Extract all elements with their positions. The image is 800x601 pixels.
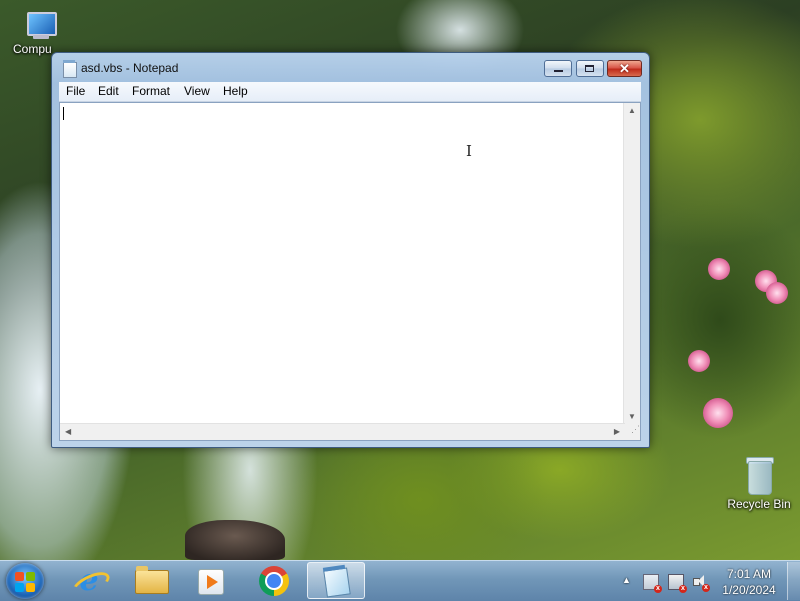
windows-logo-quadrant — [26, 572, 35, 581]
text-caret — [63, 107, 64, 120]
text-editor: I ▲ ▼ ◀ ▶ ⋰ — [59, 102, 641, 441]
desktop-icon-label: Recycle Bin — [727, 497, 791, 511]
scroll-down-arrow-icon[interactable]: ▼ — [628, 413, 636, 421]
menu-bar: File Edit Format View Help — [59, 82, 641, 102]
chrome-icon — [259, 566, 289, 596]
close-button[interactable]: ✕ — [607, 60, 642, 77]
notepad-icon — [323, 567, 351, 598]
clock-date: 1/20/2024 — [722, 583, 776, 597]
media-player-icon — [198, 569, 224, 595]
flower — [766, 282, 788, 304]
title-bar[interactable]: asd.vbs - Notepad ✕ — [52, 53, 649, 83]
desktop-icon-computer[interactable]: Compu — [8, 10, 72, 56]
recycle-bin-icon — [744, 455, 774, 495]
maximize-button[interactable] — [576, 60, 604, 77]
taskbar-notepad[interactable] — [307, 562, 365, 599]
taskbar-windows-explorer[interactable] — [122, 562, 180, 599]
text-area[interactable] — [60, 103, 625, 425]
menu-file[interactable]: File — [66, 84, 85, 98]
windows-logo-quadrant — [15, 583, 24, 592]
scroll-left-arrow-icon[interactable]: ◀ — [65, 428, 71, 436]
taskbar-media-player[interactable] — [182, 562, 240, 599]
menu-view[interactable]: View — [184, 84, 210, 98]
folder-icon — [135, 566, 169, 594]
windows-logo-quadrant — [26, 583, 35, 592]
vertical-scrollbar[interactable]: ▲ ▼ — [623, 103, 640, 425]
taskbar: e ▲ x x x 7:01 AM 1/20/2024 — [0, 560, 800, 601]
computer-icon — [23, 10, 57, 40]
menu-help[interactable]: Help — [223, 84, 248, 98]
flower — [688, 350, 710, 372]
show-desktop-button[interactable] — [787, 562, 800, 600]
ibeam-cursor-icon: I — [466, 142, 472, 160]
minimize-icon — [554, 70, 563, 72]
menu-format[interactable]: Format — [132, 84, 170, 98]
flower — [703, 398, 733, 428]
horizontal-scrollbar[interactable]: ◀ ▶ — [60, 423, 625, 440]
flower — [708, 258, 730, 280]
show-hidden-icons-icon[interactable]: ▲ — [622, 575, 631, 585]
windows-start-icon — [15, 572, 24, 581]
scroll-up-arrow-icon[interactable]: ▲ — [628, 107, 636, 115]
desktop-icon-recycle-bin[interactable]: Recycle Bin — [727, 455, 791, 511]
menu-edit[interactable]: Edit — [98, 84, 119, 98]
maximize-icon — [585, 65, 594, 72]
taskbar-chrome[interactable] — [246, 562, 304, 599]
clock-time: 7:01 AM — [726, 567, 772, 581]
window-title: asd.vbs - Notepad — [81, 61, 179, 75]
size-grip-icon[interactable]: ⋰ — [624, 424, 640, 440]
action-center-flag-icon[interactable]: x — [643, 574, 662, 593]
scroll-right-arrow-icon[interactable]: ▶ — [614, 428, 620, 436]
notepad-window[interactable]: asd.vbs - Notepad ✕ File Edit Format Vie… — [51, 52, 650, 448]
taskbar-internet-explorer[interactable]: e — [60, 562, 118, 601]
network-icon[interactable]: x — [668, 574, 687, 593]
notepad-icon[interactable] — [63, 60, 77, 78]
volume-icon[interactable]: x — [692, 574, 710, 592]
system-clock[interactable]: 7:01 AM 1/20/2024 — [716, 566, 782, 598]
minimize-button[interactable] — [544, 60, 572, 77]
close-icon: ✕ — [619, 61, 630, 76]
start-button[interactable] — [6, 563, 44, 599]
rock — [185, 520, 285, 560]
